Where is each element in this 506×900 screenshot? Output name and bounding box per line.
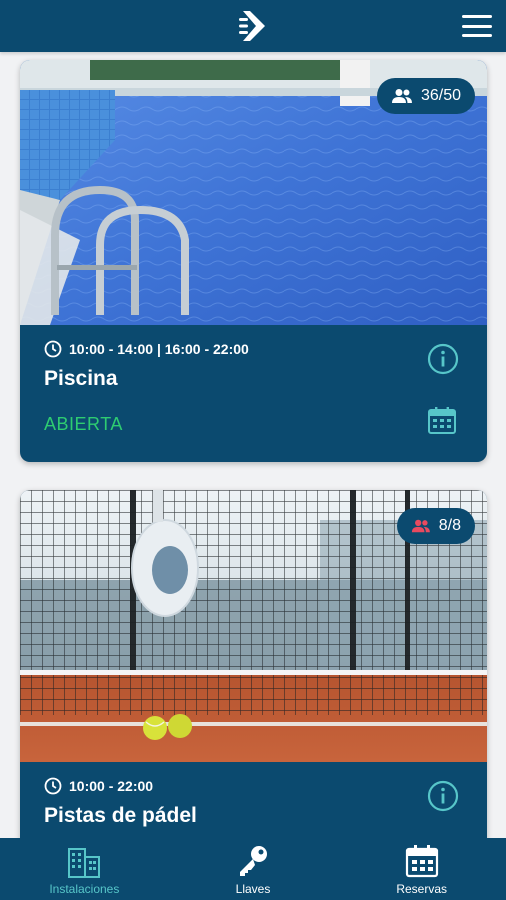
menu-line [462, 34, 492, 37]
buildings-icon [68, 848, 101, 878]
status-badge: ABIERTA [44, 414, 123, 434]
tab-label: Reservas [396, 882, 448, 896]
tab-label: Llaves [235, 882, 271, 896]
facility-name: Piscina [44, 367, 118, 390]
opening-hours: 10:00 - 14:00 | 16:00 - 22:00 [44, 340, 249, 358]
capacity-count: 36/50 [420, 87, 461, 104]
tab-label: Instalaciones [49, 882, 120, 896]
facility-card-piscina[interactable]: 36/50 10:00 - 14:00 | 16:00 - 22:00 Pisc… [20, 60, 487, 462]
opening-hours: 10:00 - 22:00 [44, 777, 153, 795]
users-full-icon [411, 519, 430, 533]
logo-arrow-icon [239, 11, 265, 41]
info-icon[interactable] [427, 780, 459, 812]
menu-line [462, 24, 492, 28]
calendar-icon [405, 845, 438, 878]
hours-text: 10:00 - 22:00 [69, 778, 154, 794]
hours-text: 10:00 - 14:00 | 16:00 - 22:00 [69, 341, 249, 357]
facility-info: 10:00 - 22:00 Pistas de pádel [20, 762, 487, 838]
capacity-badge: 36/50 [377, 78, 475, 114]
padel-court-photo: 8/8 [20, 490, 487, 762]
tab-reservas[interactable]: Reservas [337, 838, 506, 900]
tab-instalaciones[interactable]: Instalaciones [0, 838, 169, 900]
app-header [0, 0, 506, 52]
capacity-count: 8/8 [438, 517, 461, 534]
facility-name: Pistas de pádel [44, 804, 197, 827]
facilities-list: 36/50 10:00 - 14:00 | 16:00 - 22:00 Pisc… [0, 52, 506, 838]
info-icon[interactable] [427, 343, 459, 375]
key-icon [240, 846, 267, 876]
capacity-badge: 8/8 [397, 508, 475, 544]
menu-line [462, 15, 492, 18]
pool-photo: 36/50 [20, 60, 487, 325]
users-icon [391, 89, 412, 103]
facility-info: 10:00 - 14:00 | 16:00 - 22:00 Piscina AB… [20, 325, 487, 462]
clock-icon [44, 340, 62, 358]
facility-card-padel[interactable]: 8/8 10:00 - 22:00 Pistas de pádel [20, 490, 487, 838]
calendar-icon[interactable] [427, 405, 457, 435]
bottom-navigation: Instalaciones Llaves Reservas [0, 838, 506, 900]
hamburger-icon[interactable] [462, 15, 492, 37]
clock-icon [44, 777, 62, 795]
tab-llaves[interactable]: Llaves [169, 838, 338, 900]
